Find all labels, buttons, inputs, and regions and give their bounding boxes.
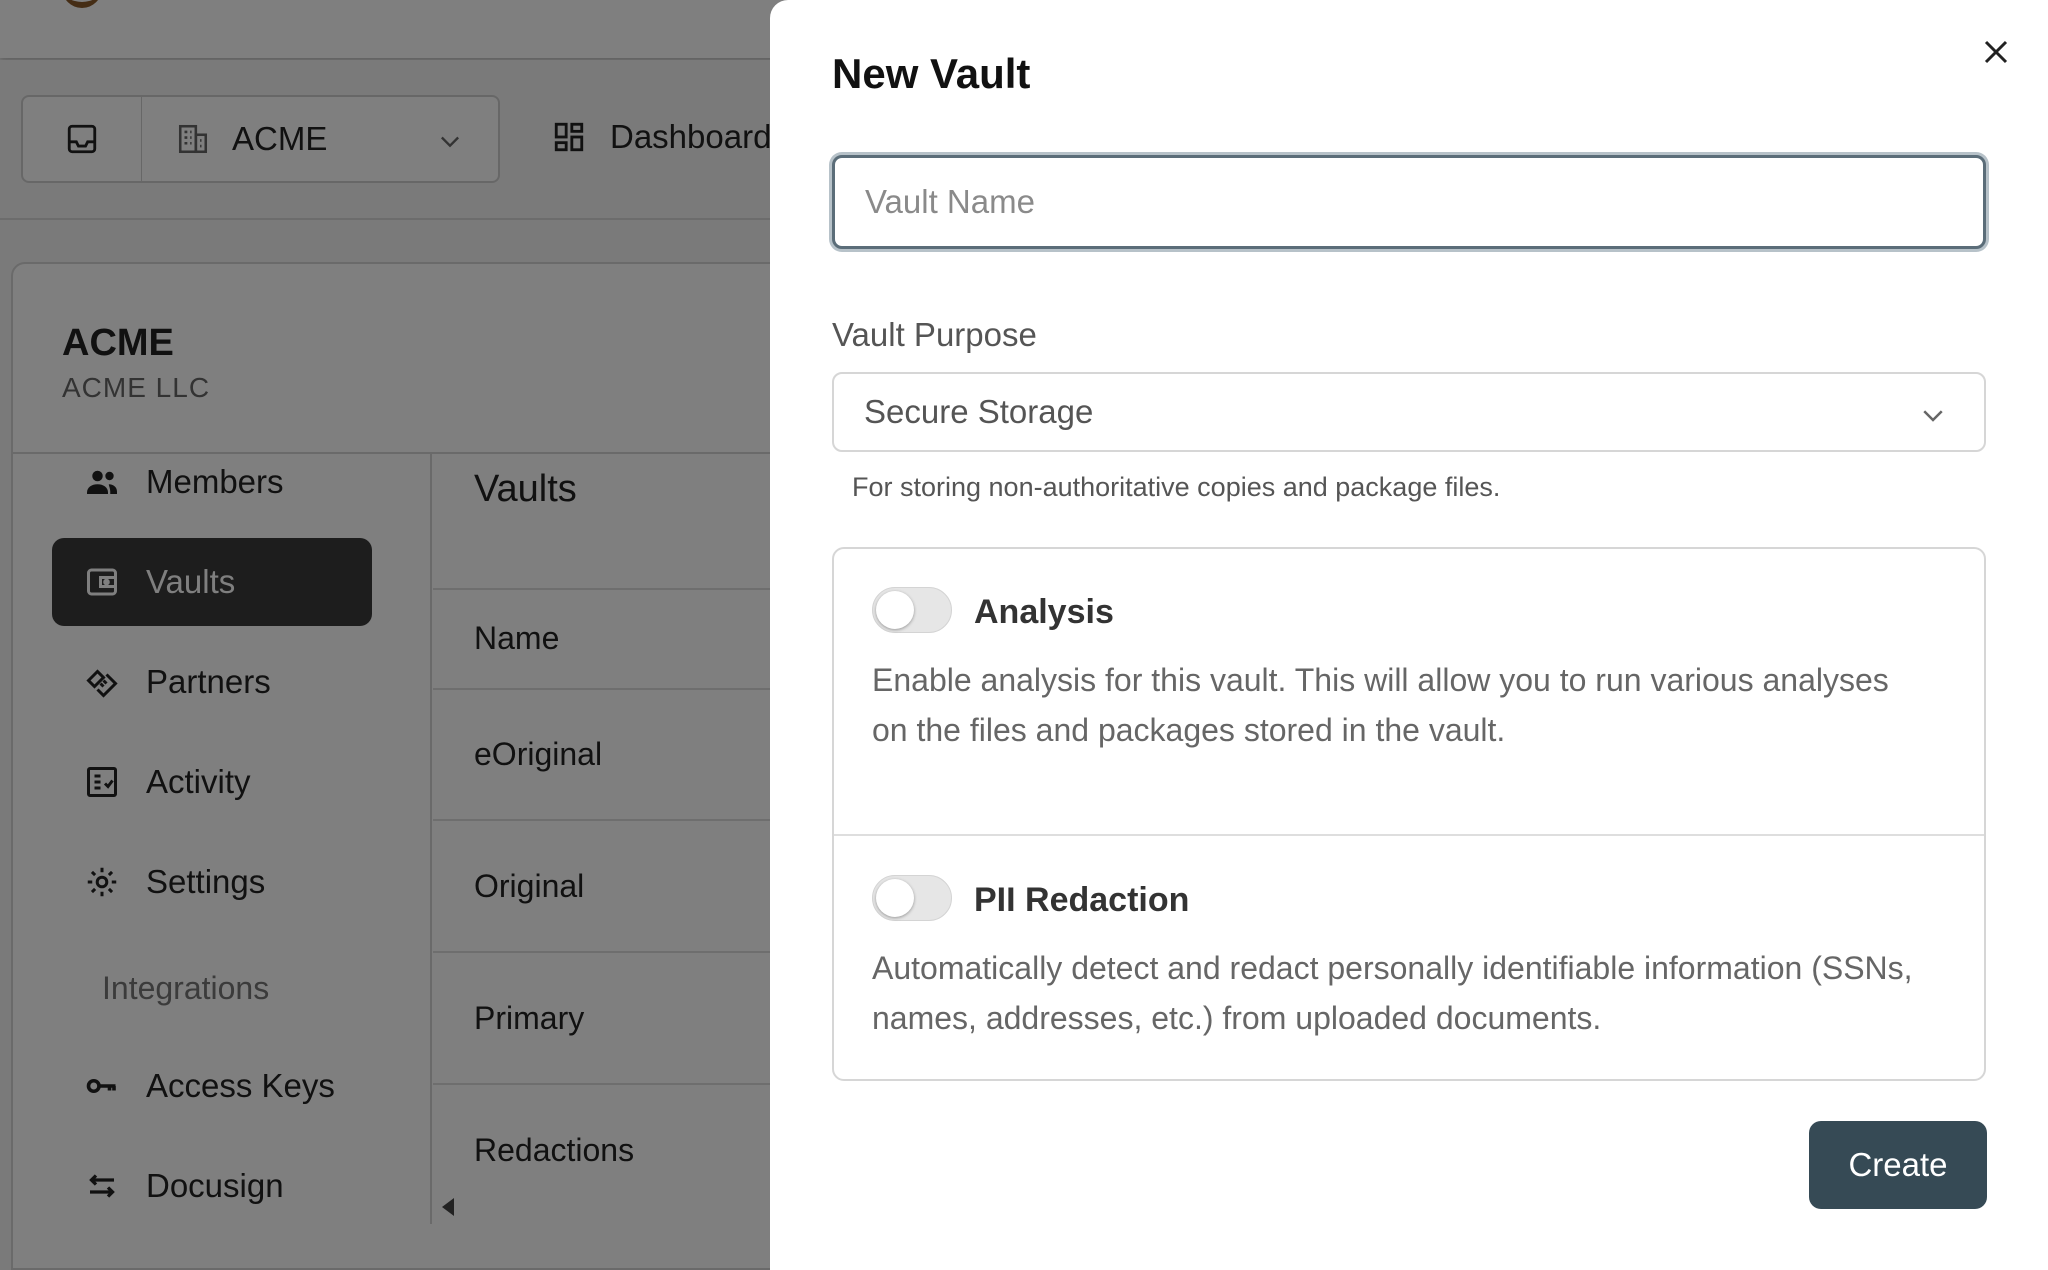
feature-divider	[834, 834, 1984, 836]
create-button[interactable]: Create	[1809, 1121, 1987, 1209]
vault-name-input[interactable]	[832, 155, 1986, 249]
features-box: Analysis Enable analysis for this vault.…	[832, 547, 1986, 1081]
analysis-toggle[interactable]	[872, 587, 952, 633]
close-button[interactable]	[1976, 32, 2016, 72]
vault-purpose-select[interactable]: Secure Storage	[832, 372, 1986, 452]
drawer-title: New Vault	[832, 50, 1031, 97]
pii-redaction-toggle[interactable]	[872, 875, 952, 921]
pii-redaction-description: Automatically detect and redact personal…	[872, 950, 1913, 1036]
analysis-description: Enable analysis for this vault. This wil…	[872, 662, 1889, 748]
toggle-knob	[876, 879, 914, 917]
vault-purpose-help: For storing non-authoritative copies and…	[852, 472, 1501, 502]
chevron-down-icon	[1923, 410, 1943, 422]
new-vault-drawer: New Vault Vault Purpose Secure Storage F…	[770, 0, 2048, 1270]
analysis-title: Analysis	[974, 593, 1114, 631]
vault-purpose-label: Vault Purpose	[832, 316, 1037, 353]
vault-purpose-value: Secure Storage	[864, 393, 1094, 430]
close-icon	[1984, 40, 2008, 64]
toggle-knob	[876, 591, 914, 629]
pii-redaction-title: PII Redaction	[974, 881, 1190, 919]
